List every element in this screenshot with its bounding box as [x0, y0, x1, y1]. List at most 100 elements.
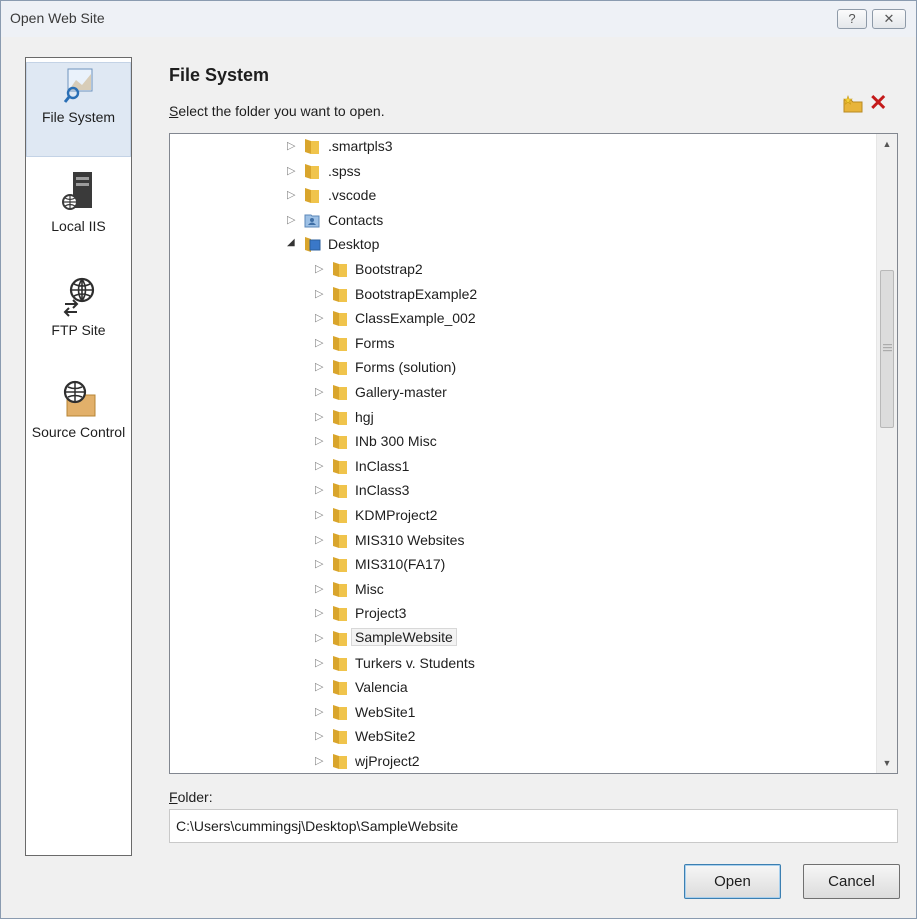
collapsed-arrow-icon[interactable]: ▷	[315, 729, 325, 742]
tree-item-label: wjProject2	[355, 753, 420, 769]
collapsed-arrow-icon[interactable]: ▷	[315, 557, 325, 570]
tree-item-label: .spss	[328, 162, 361, 179]
tree-item[interactable]: ▷ KDMProject2	[170, 504, 870, 528]
tree-item[interactable]: ▷ wjProject2	[170, 750, 870, 773]
tree-item-label: Bootstrap2	[355, 261, 423, 277]
collapsed-arrow-icon[interactable]: ▷	[315, 385, 325, 398]
tree-item-label: MIS310(FA17)	[355, 556, 446, 573]
tree-item-label: Desktop	[328, 236, 380, 253]
expanded-arrow-icon[interactable]: ◢	[287, 237, 297, 248]
dialog-body: File System Local IIS FTP Site Source Co…	[9, 37, 909, 913]
tree-item[interactable]: ▷ Misc	[170, 578, 870, 602]
tree-item[interactable]: ▷ InClass3	[170, 479, 870, 503]
cancel-button[interactable]: Cancel	[803, 864, 900, 899]
folder-icon	[333, 581, 347, 597]
collapsed-arrow-icon[interactable]: ▷	[315, 656, 325, 669]
collapsed-arrow-icon[interactable]: ▷	[315, 434, 325, 447]
tree-item[interactable]: ▷ .smartpls3	[170, 135, 870, 159]
scrollbar-thumb[interactable]: — — —	[880, 270, 894, 428]
tree-item[interactable]: ▷ Forms (solution)	[170, 356, 870, 380]
scroll-up-arrow-icon[interactable]: ▲	[877, 134, 897, 154]
location-nav-panel: File System Local IIS FTP Site Source Co…	[25, 57, 132, 856]
open-button[interactable]: Open	[684, 864, 781, 899]
folder-icon	[333, 655, 347, 671]
tree-item[interactable]: ▷ ClassExample_002	[170, 307, 870, 331]
help-button[interactable]: ?	[837, 9, 867, 29]
collapsed-arrow-icon[interactable]: ▷	[315, 754, 325, 767]
collapsed-arrow-icon[interactable]: ▷	[315, 533, 325, 546]
collapsed-arrow-icon[interactable]: ▷	[315, 582, 325, 595]
delete-icon[interactable]: ✕	[869, 92, 887, 114]
nav-item-source-control[interactable]: Source Control	[26, 378, 131, 440]
nav-label-source-control: Source Control	[31, 424, 126, 440]
collapsed-arrow-icon[interactable]: ▷	[315, 606, 325, 619]
tree-item[interactable]: ◢ Desktop	[170, 233, 870, 257]
tree-item[interactable]: ▷ MIS310(FA17)	[170, 553, 870, 577]
collapsed-arrow-icon[interactable]: ▷	[315, 483, 325, 496]
collapsed-arrow-icon[interactable]: ▷	[315, 336, 325, 349]
tree-item[interactable]: ▷ Bootstrap2	[170, 258, 870, 282]
folder-icon	[333, 262, 347, 277]
collapsed-arrow-icon[interactable]: ▷	[315, 311, 325, 324]
collapsed-arrow-icon[interactable]: ▷	[287, 164, 297, 177]
folder-icon	[333, 483, 347, 499]
tree-item[interactable]: ▷ WebSite1	[170, 701, 870, 725]
folder-icon	[333, 385, 347, 400]
collapsed-arrow-icon[interactable]: ▷	[287, 139, 297, 152]
new-folder-icon[interactable]	[843, 95, 863, 113]
folder-icon	[333, 680, 347, 696]
tree-item[interactable]: ▷ WebSite2	[170, 725, 870, 749]
tree-item-label: hgj	[355, 408, 374, 425]
folder-icon	[333, 434, 347, 450]
collapsed-arrow-icon[interactable]: ▷	[315, 262, 325, 275]
tree-item-label: Gallery-master	[355, 384, 447, 400]
collapsed-arrow-icon[interactable]: ▷	[315, 631, 325, 644]
collapsed-arrow-icon[interactable]: ▷	[315, 508, 325, 521]
vertical-scrollbar[interactable]: ▲ — — — ▼	[876, 134, 897, 773]
collapsed-arrow-icon[interactable]: ▷	[315, 360, 325, 373]
folder-icon	[333, 729, 347, 745]
tree-item-label: MIS310 Websites	[355, 531, 465, 548]
scroll-down-arrow-icon[interactable]: ▼	[877, 753, 897, 773]
title-bar[interactable]: Open Web Site ? ✕	[1, 1, 916, 37]
tree-item[interactable]: ▷ Forms	[170, 332, 870, 356]
folder-icon	[305, 163, 319, 179]
tree-item-label: Valencia	[355, 679, 408, 696]
collapsed-arrow-icon[interactable]: ▷	[315, 459, 325, 472]
nav-label-file-system: File System	[41, 109, 116, 125]
collapsed-arrow-icon[interactable]: ▷	[315, 705, 325, 718]
tree-item-label: InClass3	[355, 482, 410, 499]
nav-label-local-iis: Local IIS	[51, 218, 106, 234]
folder-icon	[333, 409, 347, 425]
tree-item-label: WebSite1	[355, 703, 416, 720]
tree-item-label: WebSite2	[355, 728, 416, 745]
nav-item-file-system[interactable]: File System	[26, 62, 131, 157]
collapsed-arrow-icon[interactable]: ▷	[287, 213, 297, 226]
nav-item-local-iis[interactable]: Local IIS	[26, 170, 131, 234]
tree-item[interactable]: ▷ .spss	[170, 160, 870, 184]
tree-item[interactable]: ▷ Project3	[170, 602, 870, 626]
tree-item[interactable]: ▷ INb 300 Misc	[170, 430, 870, 454]
collapsed-arrow-icon[interactable]: ▷	[315, 287, 325, 300]
collapsed-arrow-icon[interactable]: ▷	[315, 680, 325, 693]
nav-item-ftp-site[interactable]: FTP Site	[26, 276, 131, 338]
close-button[interactable]: ✕	[872, 9, 906, 29]
folder-icon	[333, 704, 347, 720]
folder-path-input[interactable]	[169, 809, 898, 843]
tree-item[interactable]: ▷ Valencia	[170, 676, 870, 700]
tree-item[interactable]: ▷ Contacts	[170, 209, 870, 233]
tree-item[interactable]: ▷ BootstrapExample2	[170, 283, 870, 307]
tree-item[interactable]: ▷ .vscode	[170, 184, 870, 208]
tree-item-label: Forms	[355, 334, 395, 351]
folder-tree[interactable]: ▷ .smartpls3 ▷ .spss ▷ .vscode ▷ Contacts ◢ Deskt…	[169, 133, 898, 774]
tree-item[interactable]: ▷ hgj	[170, 406, 870, 430]
tree-item[interactable]: ▷ SampleWebsite	[170, 627, 870, 651]
tree-item[interactable]: ▷ Gallery-master	[170, 381, 870, 405]
tree-item[interactable]: ▷ InClass1	[170, 455, 870, 479]
collapsed-arrow-icon[interactable]: ▷	[315, 410, 325, 423]
tree-item[interactable]: ▷ Turkers v. Students	[170, 652, 870, 676]
subtitle-rest: elect the folder you want to open.	[178, 103, 385, 119]
collapsed-arrow-icon[interactable]: ▷	[287, 188, 297, 201]
server-icon	[61, 172, 92, 210]
tree-item[interactable]: ▷ MIS310 Websites	[170, 529, 870, 553]
